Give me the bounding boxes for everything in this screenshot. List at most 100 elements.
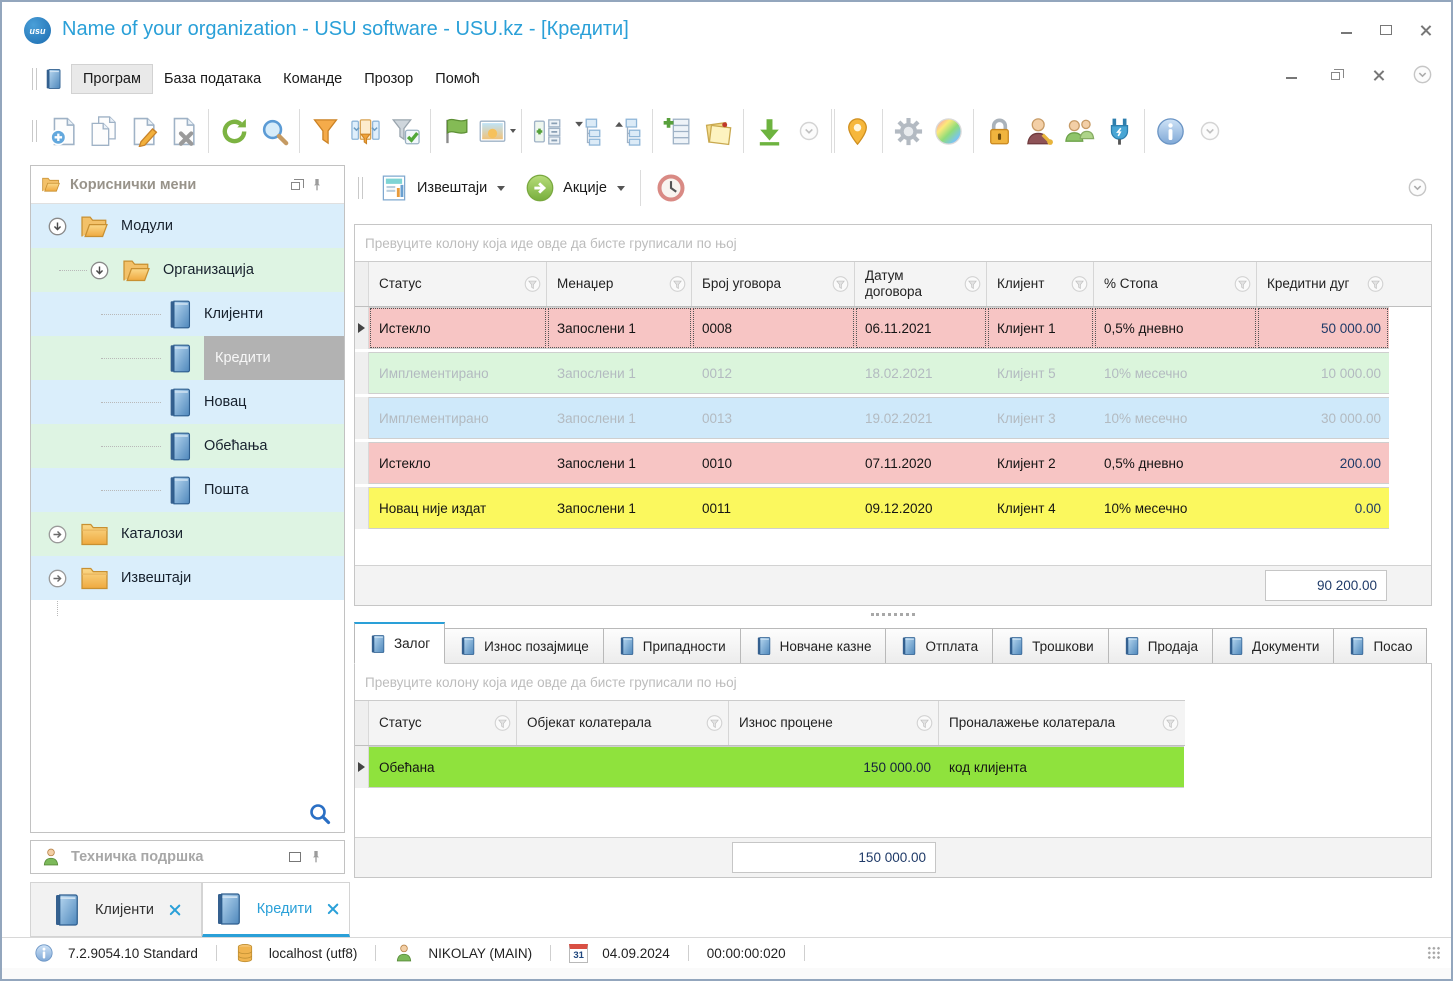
- column-filter-icon[interactable]: [915, 714, 934, 733]
- new-document-icon[interactable]: [43, 109, 83, 153]
- menu-item-database[interactable]: База података: [153, 65, 272, 93]
- toolbar-grip[interactable]: [32, 120, 37, 142]
- color-palette-icon[interactable]: [928, 109, 968, 153]
- menu-item-commands[interactable]: Команде: [272, 65, 353, 93]
- panel-pin-button[interactable]: [308, 849, 334, 865]
- group-by-area[interactable]: Превуците колону која иде овде да бисте …: [355, 225, 1431, 261]
- tree-item-mail[interactable]: Пошта: [31, 468, 344, 512]
- mdi-restore-button[interactable]: [1324, 65, 1346, 85]
- toolbar-grip[interactable]: [358, 177, 363, 199]
- plugin-icon[interactable]: [1099, 109, 1139, 153]
- panel-maximize-button[interactable]: [282, 852, 308, 862]
- actions-dropdown-button[interactable]: Акције: [515, 169, 635, 207]
- refresh-icon[interactable]: [214, 109, 254, 153]
- column-header-object[interactable]: Објекат колатерала: [517, 701, 729, 745]
- copy-document-icon[interactable]: [83, 109, 123, 153]
- collapse-tree-icon[interactable]: [607, 109, 647, 153]
- tab-repayment[interactable]: Отплата: [886, 628, 994, 664]
- column-header-date[interactable]: Датум договора: [855, 262, 987, 306]
- column-filter-icon[interactable]: [1233, 275, 1252, 294]
- table-row[interactable]: Имплементирано Запослени 1 0013 19.02.20…: [355, 397, 1431, 439]
- delete-document-icon[interactable]: [163, 109, 203, 153]
- group-by-area[interactable]: Превуците колону која иде овде да бисте …: [355, 664, 1431, 700]
- reports-dropdown-button[interactable]: Извештаји: [369, 169, 515, 207]
- tech-support-panel[interactable]: Техничка подршка: [30, 840, 345, 874]
- doc-tab-clients[interactable]: Клијенти: [30, 882, 202, 937]
- tree-search-icon[interactable]: [308, 802, 332, 826]
- location-pin-icon[interactable]: [837, 109, 877, 153]
- mdi-minimize-button[interactable]: [1280, 65, 1302, 85]
- tree-item-credits[interactable]: Кредити: [31, 336, 344, 380]
- tree-item-reports[interactable]: Извештаји: [31, 556, 344, 600]
- menu-item-help[interactable]: Помоћ: [424, 65, 491, 93]
- menu-item-window[interactable]: Прозор: [353, 65, 424, 93]
- tree-item-organization[interactable]: Организација: [31, 248, 344, 292]
- tab-sales[interactable]: Продаја: [1108, 628, 1214, 664]
- add-column-icon[interactable]: [658, 109, 698, 153]
- tab-accessories[interactable]: Припадности: [603, 628, 741, 664]
- lock-icon[interactable]: [979, 109, 1019, 153]
- column-header-contract[interactable]: Број уговора: [692, 262, 855, 306]
- tree-item-clients[interactable]: Клијенти: [31, 292, 344, 336]
- tree-list-icon[interactable]: [527, 109, 567, 153]
- tab-documents[interactable]: Документи: [1213, 628, 1335, 664]
- tree-item-catalogs[interactable]: Каталози: [31, 512, 344, 556]
- horizontal-splitter[interactable]: [354, 606, 1432, 622]
- column-filter-icon[interactable]: [493, 714, 512, 733]
- panel-restore-button[interactable]: [282, 179, 308, 190]
- more-chevron-icon[interactable]: [789, 109, 829, 153]
- filter-columns-icon[interactable]: [345, 109, 385, 153]
- user-groups-icon[interactable]: [1059, 109, 1099, 153]
- column-header-debt[interactable]: Кредитни дуг: [1257, 262, 1389, 306]
- toolbar-overflow-chevron-icon[interactable]: [1190, 109, 1230, 153]
- settings-gear-icon[interactable]: [888, 109, 928, 153]
- doc-tab-credits[interactable]: Кредити: [202, 882, 350, 937]
- menu-item-program[interactable]: Програм: [71, 64, 153, 94]
- table-row[interactable]: Имплементирано Запослени 1 0012 18.02.20…: [355, 352, 1431, 394]
- column-filter-icon[interactable]: [705, 714, 724, 733]
- tree-item-modules[interactable]: Модули: [31, 204, 344, 248]
- tab-job[interactable]: Посао: [1334, 628, 1428, 664]
- column-header-client[interactable]: Клијент: [987, 262, 1094, 306]
- close-tab-icon[interactable]: [326, 902, 339, 915]
- timer-button[interactable]: [646, 169, 696, 207]
- panel-pin-button[interactable]: [308, 177, 334, 193]
- collapse-node-icon[interactable]: [89, 260, 110, 281]
- user-permissions-icon[interactable]: [1019, 109, 1059, 153]
- notes-icon[interactable]: [698, 109, 738, 153]
- tab-loan-amount[interactable]: Износ позајмице: [445, 628, 604, 664]
- tab-expenses[interactable]: Трошкови: [993, 628, 1109, 664]
- tab-collateral[interactable]: Залог: [354, 622, 446, 664]
- tree-item-money[interactable]: Новац: [31, 380, 344, 424]
- column-filter-icon[interactable]: [831, 275, 850, 294]
- mdi-close-button[interactable]: [1368, 65, 1390, 85]
- column-header-manager[interactable]: Менаџер: [547, 262, 692, 306]
- column-filter-icon[interactable]: [963, 275, 982, 294]
- column-header-location[interactable]: Проналажење колатерала: [939, 701, 1184, 745]
- expand-tree-icon[interactable]: [567, 109, 607, 153]
- column-header-status[interactable]: Статус: [369, 262, 547, 306]
- column-filter-icon[interactable]: [1070, 275, 1089, 294]
- tree-item-promises[interactable]: Обећања: [31, 424, 344, 468]
- close-button[interactable]: [1415, 20, 1437, 40]
- info-icon[interactable]: [1150, 109, 1190, 153]
- export-download-icon[interactable]: [749, 109, 789, 153]
- column-filter-icon[interactable]: [1161, 714, 1180, 733]
- minimize-button[interactable]: [1335, 20, 1357, 40]
- expand-node-icon[interactable]: [47, 568, 68, 589]
- column-header-status[interactable]: Статус: [369, 701, 517, 745]
- table-row[interactable]: Истекло Запослени 1 0008 06.11.2021 Клиј…: [355, 307, 1431, 349]
- column-header-rate[interactable]: % Стопа: [1094, 262, 1257, 306]
- collapse-node-icon[interactable]: [47, 216, 68, 237]
- table-row[interactable]: Новац није издат Запослени 1 0011 09.12.…: [355, 487, 1431, 529]
- filter-apply-icon[interactable]: [385, 109, 425, 153]
- resize-grip[interactable]: [1427, 946, 1441, 960]
- tab-fines[interactable]: Новчане казне: [740, 628, 887, 664]
- column-header-estimate[interactable]: Износ процене: [729, 701, 939, 745]
- column-filter-icon[interactable]: [668, 275, 687, 294]
- edit-document-icon[interactable]: [123, 109, 163, 153]
- column-filter-icon[interactable]: [1366, 275, 1385, 294]
- maximize-button[interactable]: [1375, 20, 1397, 40]
- expand-node-icon[interactable]: [47, 524, 68, 545]
- close-tab-icon[interactable]: [168, 903, 181, 916]
